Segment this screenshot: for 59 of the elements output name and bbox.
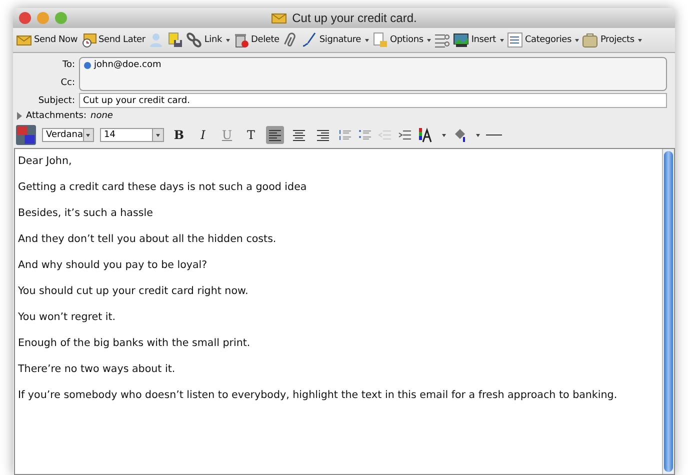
toolbar-menu-button[interactable]: Categories [506,32,580,48]
text-style-button[interactable]: B [170,128,188,142]
pen-icon [301,32,318,48]
address-field[interactable]: john@doe.com [79,57,667,91]
attachments-value: none [90,111,113,121]
window-title: Cut up your credit card. [292,11,417,25]
bulleted-list-icon[interactable] [358,128,372,142]
attachments-label: Attachments: [26,111,86,121]
contact-icon [84,62,91,69]
message-body[interactable] [14,148,675,475]
body-paragraph: You should cut up your credit card right now. [18,284,250,298]
close-button[interactable] [19,12,31,24]
toolbar-button[interactable]: Delete [233,32,280,48]
list-icon [506,32,523,48]
body-paragraph: If you’re somebody who doesn’t listen to everybody, highlight the text in this email for a fresh approach to banking. [18,388,618,402]
body-paragraph: Besides, it’s such a hassle [18,206,154,220]
to-label: To: [61,60,76,70]
indent-icon[interactable] [398,128,412,142]
floppy-icon [167,32,184,48]
person-icon [148,32,164,48]
toolbar-menu-button[interactable]: Insert [453,32,504,48]
floppy-button[interactable] [167,32,184,48]
paperclip-icon [282,32,298,48]
subject-label: Subject: [37,96,76,106]
body-paragraph: And they don’t tell you about all the hidden costs. [18,232,278,246]
cc-label: Cc: [60,78,76,88]
disclosure-triangle-icon[interactable] [17,112,22,120]
body-paragraph: There’re no two ways about it. [18,362,176,376]
text-style-button[interactable]: T [242,128,260,142]
body-paragraph: You won’t regret it. [18,310,117,324]
caret-icon[interactable] [442,134,446,136]
caret-icon[interactable] [476,134,480,136]
text-style-button[interactable]: I [194,128,212,142]
body-paragraph: Dear John, [18,154,73,168]
toolbar-button[interactable]: Send Now [16,32,78,48]
font-dropdown[interactable]: Verdana [42,128,94,142]
paperclip-button[interactable] [282,32,298,48]
body-paragraph: Enough of the big banks with the small print. [18,336,252,350]
numbered-list-icon[interactable] [338,128,352,142]
list-button[interactable] [434,32,450,48]
picture-icon [453,32,470,48]
toolbar-button[interactable]: Send Later [80,32,146,48]
toolbar-menu-button[interactable]: Link [186,32,230,48]
body-paragraph: Getting a credit card these days is not such a good idea [18,180,308,194]
trash-icon [233,32,249,48]
briefcase-icon [582,32,598,48]
align-left-button[interactable] [266,126,284,144]
body-paragraph: And why should you pay to be loyal? [18,258,208,272]
toolbar-menu-button[interactable]: Projects [582,32,642,48]
subject-field[interactable]: Cut up your credit card. [79,93,667,108]
recipient-address[interactable]: john@doe.com [94,60,162,70]
text-color-icon[interactable] [418,127,434,143]
envelope-clock-icon [80,32,97,48]
chain-link-icon [186,32,202,48]
size-dropdown[interactable]: 14 [100,128,164,142]
toolbar-menu-button[interactable]: Options [372,32,432,48]
list-icon [434,32,450,48]
toolbar-menu-button[interactable]: Signature [301,32,369,48]
document-icon [372,32,388,48]
